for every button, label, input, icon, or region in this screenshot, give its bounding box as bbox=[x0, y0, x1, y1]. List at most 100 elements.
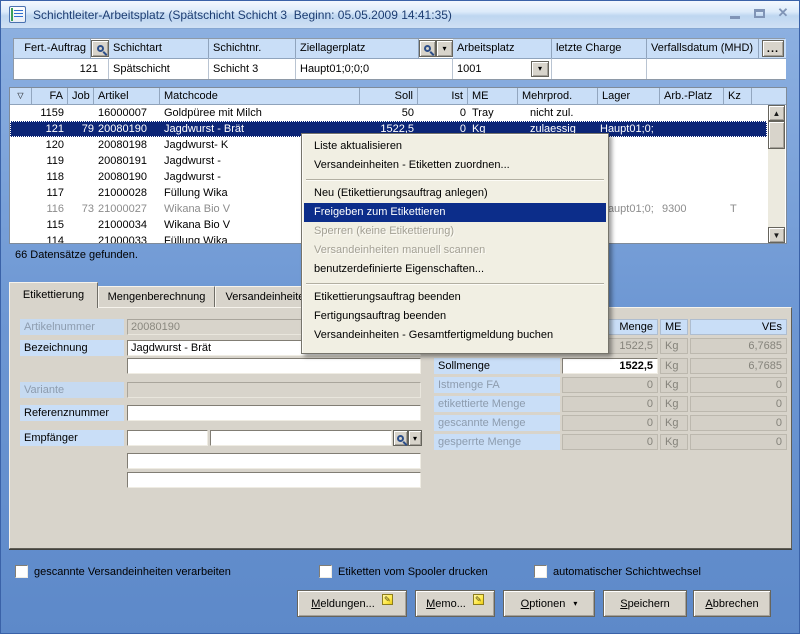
ziellagerplatz-input[interactable]: Haupt01;0;0;0 bbox=[296, 58, 453, 79]
col-lager[interactable]: Lager bbox=[598, 88, 660, 105]
checkbox-spooler-label: Etiketten vom Spooler drucken bbox=[338, 565, 488, 579]
gesperrte-menge-ves: 0 bbox=[690, 434, 787, 450]
col-mehrprod[interactable]: Mehrprod. bbox=[518, 88, 598, 105]
artikelnummer-label: Artikelnummer bbox=[20, 319, 124, 335]
menu-item-etikettierungsauftrag-beenden[interactable]: Etikettierungsauftrag beenden bbox=[304, 288, 606, 307]
app-icon bbox=[9, 6, 26, 23]
empfaenger-address-field-2[interactable] bbox=[127, 472, 421, 488]
menu-item-eigenschaften[interactable]: benutzerdefinierte Eigenschaften... bbox=[304, 260, 606, 279]
minimize-icon[interactable] bbox=[727, 5, 743, 21]
app-window: Schichtleiter-Arbeitsplatz (Spätschicht … bbox=[0, 0, 800, 634]
ziellagerplatz-search-button[interactable] bbox=[419, 40, 436, 57]
letzte-charge-input[interactable] bbox=[552, 58, 647, 79]
memo-button[interactable]: Memo...✎ bbox=[415, 590, 495, 617]
istmenge-me: Kg bbox=[660, 377, 688, 393]
optionen-button[interactable]: Optionen▾ bbox=[503, 590, 595, 617]
empfaenger-search-button[interactable] bbox=[393, 430, 408, 446]
maximize-icon[interactable] bbox=[751, 5, 767, 21]
scroll-down-icon[interactable]: ▼ bbox=[768, 227, 785, 243]
scrollbar-thumb[interactable] bbox=[768, 121, 785, 149]
menu-item-freigeben[interactable]: Freigeben zum Etikettieren bbox=[304, 203, 606, 222]
tab-mengenberechnung[interactable]: Mengenberechnung bbox=[98, 286, 215, 308]
fert-auftrag-search-button[interactable] bbox=[91, 40, 109, 57]
gesperrte-menge-me: Kg bbox=[660, 434, 688, 450]
col-job[interactable]: Job bbox=[68, 88, 94, 105]
checkbox-gescannte-ve-label: gescannte Versandeinheiten verarbeiten bbox=[34, 565, 231, 579]
fert-auftrag-label: Fert.-Auftrag bbox=[14, 39, 91, 58]
empfaenger-dropdown-button[interactable]: ▾ bbox=[408, 430, 422, 446]
letzte-charge-label: letzte Charge bbox=[552, 39, 647, 58]
empfaenger-code-field[interactable] bbox=[127, 430, 208, 446]
checkbox-schichtwechsel[interactable] bbox=[534, 565, 547, 578]
referenznummer-field[interactable] bbox=[127, 405, 421, 421]
order-header-form: Fert.-Auftrag Schichtart Schichtnr. Ziel… bbox=[13, 38, 785, 80]
gescannte-menge-ves: 0 bbox=[690, 415, 787, 431]
fert-auftrag-input[interactable]: 121 bbox=[14, 58, 109, 79]
verfallsdatum-label: Verfallsdatum (MHD) bbox=[647, 39, 759, 58]
istmenge-menge: 0 bbox=[562, 377, 658, 393]
variante-label: Variante bbox=[20, 382, 124, 398]
menu-item-neu[interactable]: Neu (Etikettierungsauftrag anlegen) bbox=[304, 184, 606, 203]
col-soll[interactable]: Soll bbox=[360, 88, 418, 105]
col-ist[interactable]: Ist bbox=[418, 88, 468, 105]
menu-item-gesamtfertigmeldung[interactable]: Versandeinheiten - Gesamtfertigmeldung b… bbox=[304, 326, 606, 345]
qty-header-me: ME bbox=[660, 319, 688, 335]
qty-row0-ves: 6,7685 bbox=[690, 338, 787, 354]
note-icon: ✎ bbox=[473, 594, 484, 605]
referenznummer-label: Referenznummer bbox=[20, 405, 124, 421]
istmenge-label: Istmenge FA bbox=[434, 377, 560, 393]
schichtart-label: Schichtart bbox=[109, 39, 209, 58]
schichtart-input[interactable]: Spätschicht bbox=[109, 58, 209, 79]
more-options-button[interactable]: ... bbox=[762, 40, 784, 57]
sort-icon[interactable]: ▽ bbox=[10, 88, 32, 105]
col-artikel[interactable]: Artikel bbox=[94, 88, 160, 105]
qty-row0-me: Kg bbox=[660, 338, 688, 354]
bezeichnung-field-line2[interactable] bbox=[127, 358, 421, 374]
col-matchcode[interactable]: Matchcode bbox=[160, 88, 360, 105]
checkbox-gescannte-ve[interactable] bbox=[15, 565, 28, 578]
col-fa[interactable]: FA bbox=[32, 88, 68, 105]
gesperrte-menge-label: gesperrte Menge bbox=[434, 434, 560, 450]
gescannte-menge-label: gescannte Menge bbox=[434, 415, 560, 431]
sollmenge-field[interactable]: 1522,5 bbox=[562, 358, 658, 374]
col-kz[interactable]: Kz bbox=[724, 88, 752, 105]
sollmenge-ves: 6,7685 bbox=[690, 358, 787, 374]
arbeitsplatz-combo[interactable]: 1001 ▾ bbox=[453, 58, 552, 79]
menu-item-fertigungsauftrag-beenden[interactable]: Fertigungsauftrag beenden bbox=[304, 307, 606, 326]
title-bar: Schichtleiter-Arbeitsplatz (Spätschicht … bbox=[1, 1, 800, 29]
speichern-button[interactable]: Speichern bbox=[603, 590, 687, 617]
etikettierte-menge-me: Kg bbox=[660, 396, 688, 412]
schichtnr-input[interactable]: Schicht 3 bbox=[209, 58, 296, 79]
menu-item-manuell-scannen: Versandeinheiten manuell scannen bbox=[304, 241, 606, 260]
scroll-up-icon[interactable]: ▲ bbox=[768, 105, 785, 121]
ziellagerplatz-label: Ziellagerplatz bbox=[296, 39, 419, 58]
abbrechen-button[interactable]: Abbrechen bbox=[693, 590, 771, 617]
ziellagerplatz-dropdown-button[interactable]: ▾ bbox=[436, 40, 453, 57]
etikettierte-menge-label: etikettierte Menge bbox=[434, 396, 560, 412]
empfaenger-label: Empfänger bbox=[20, 430, 124, 446]
search-icon bbox=[397, 435, 404, 442]
variante-field bbox=[127, 382, 421, 398]
search-icon bbox=[424, 45, 431, 52]
empfaenger-name-field[interactable] bbox=[210, 430, 392, 446]
vertical-scrollbar[interactable]: ▲ ▼ bbox=[768, 105, 785, 243]
close-icon[interactable]: ✕ bbox=[775, 5, 791, 21]
col-me[interactable]: ME bbox=[468, 88, 518, 105]
menu-separator bbox=[304, 175, 606, 184]
context-menu: Liste aktualisieren Versandeinheiten - E… bbox=[301, 133, 609, 354]
verfallsdatum-input[interactable] bbox=[647, 58, 786, 79]
menu-item-etiketten-zuordnen[interactable]: Versandeinheiten - Etiketten zuordnen... bbox=[304, 156, 606, 175]
search-icon bbox=[97, 45, 104, 52]
menu-item-liste-aktualisieren[interactable]: Liste aktualisieren bbox=[304, 137, 606, 156]
chevron-down-icon[interactable]: ▾ bbox=[531, 61, 549, 77]
qty-header-ves: VEs bbox=[690, 319, 787, 335]
checkbox-spooler[interactable] bbox=[319, 565, 332, 578]
menu-item-sperren: Sperren (keine Etikettierung) bbox=[304, 222, 606, 241]
tab-etikettierung[interactable]: Etikettierung bbox=[9, 282, 98, 308]
etikettierte-menge-ves: 0 bbox=[690, 396, 787, 412]
table-row[interactable]: 115916000007Goldpüree mit Milch500Trayni… bbox=[10, 105, 767, 121]
empfaenger-address-field-1[interactable] bbox=[127, 453, 421, 469]
gescannte-menge-me: Kg bbox=[660, 415, 688, 431]
meldungen-button[interactable]: Meldungen...✎ bbox=[297, 590, 407, 617]
col-arbplatz[interactable]: Arb.-Platz bbox=[660, 88, 724, 105]
